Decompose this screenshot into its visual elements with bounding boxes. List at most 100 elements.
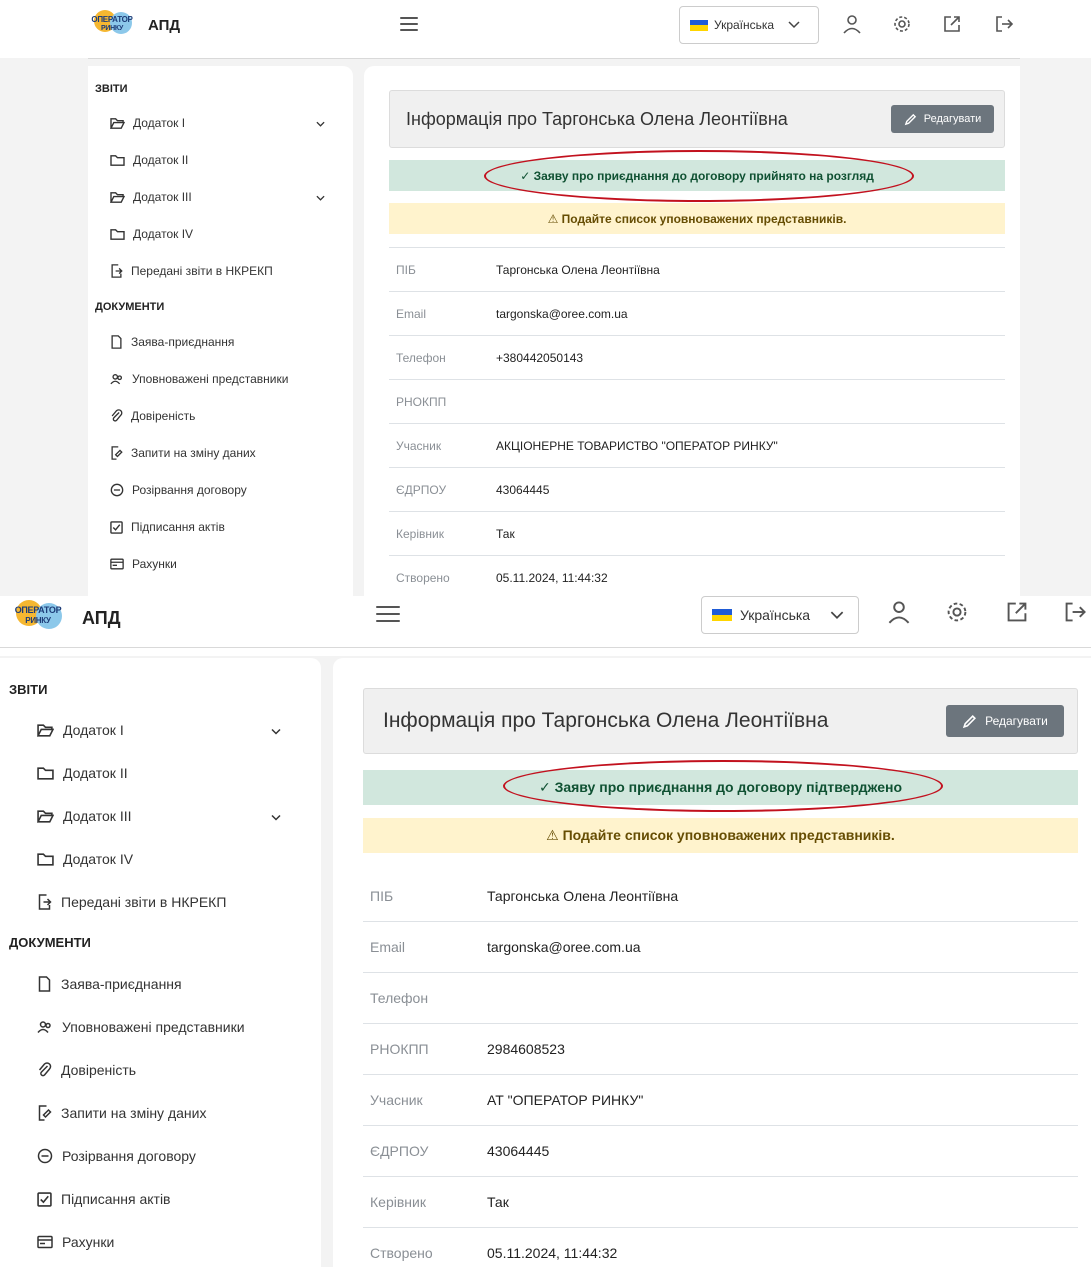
warning-alert-text: ⚠ Подайте список уповноважених представн… [546,827,895,843]
menu-icon[interactable] [400,17,418,31]
logo-mark-icon: ОПЕРАТОР РИНКУ [88,10,136,40]
folder-icon [110,154,125,166]
info-label: ПІБ [370,887,394,904]
success-alert-text: ✓ Заяву про приєднання до договору прийн… [520,168,874,183]
sidebar-item-power-of-attorney[interactable]: Довіреність [37,1062,136,1078]
user-icon[interactable] [885,598,913,626]
sidebar-item-dodatok-4[interactable]: Додаток IV [110,227,325,241]
sidebar-item-label: Передані звіти в НКРЕКП [131,264,273,278]
check-square-icon [37,1191,52,1207]
section-reports-title: ЗВІТИ [9,682,48,697]
info-label: Учасник [396,438,442,453]
file-export-icon [111,264,123,278]
sidebar-item-invoices[interactable]: Рахунки [37,1234,114,1250]
info-value: Так [487,1194,509,1210]
info-value: 05.11.2024, 11:44:32 [496,570,608,585]
settings-icon[interactable] [943,598,971,626]
section-documents-title: ДОКУМЕНТИ [95,301,165,313]
info-label: ЄДРПОУ [396,482,447,497]
edit-button[interactable]: Редагувати [946,705,1064,737]
file-icon [38,976,51,992]
sidebar-item-label: Додаток III [133,190,192,204]
info-row-pib: ПІБ Таргонська Олена Леонтіївна [389,247,1005,291]
minus-circle-icon [37,1148,53,1164]
sidebar-item-label: Рахунки [62,1234,115,1250]
sidebar-item-application[interactable]: Заява-приєднання [110,335,234,349]
sidebar-item-label: Рахунки [132,557,177,571]
card-icon [37,1235,53,1249]
info-row-rnokpp: РНОКПП [389,379,1005,423]
sidebar-item-termination[interactable]: Розірвання договору [110,483,247,497]
sidebar-item-change-requests[interactable]: Запити на зміну даних [37,1105,206,1121]
info-row-pib: ПІБ Таргонська Олена Леонтіївна [363,870,1078,921]
sidebar-item-invoices[interactable]: Рахунки [110,557,177,571]
pencil-icon [962,714,977,728]
logout-icon[interactable] [992,12,1016,36]
menu-icon[interactable] [376,606,400,622]
sidebar-item-signing-acts[interactable]: Підписання актів [110,520,225,534]
info-value: targonska@oree.com.ua [487,939,641,955]
sidebar-item-dodatok-1[interactable]: Додаток I [110,116,325,130]
card-icon [110,558,124,570]
pencil-icon [904,113,916,125]
chevron-down-icon [271,728,281,735]
edit-button-label: Редагувати [923,113,982,125]
language-label: Українська [740,607,811,623]
section-documents-title: ДОКУМЕНТИ [9,935,91,950]
sidebar-item-representatives[interactable]: Уповноважені представники [37,1019,245,1035]
screenshot-bottom: ОПЕРАТОР РИНКУ АПД Українська ЗВІТИ Дода… [0,596,1091,1267]
sidebar-item-label: Розірвання договору [132,483,247,497]
info-row-manager: Керівник Так [363,1176,1078,1227]
sidebar-item-change-requests[interactable]: Запити на зміну даних [110,446,256,460]
sidebar-item-representatives[interactable]: Уповноважені представники [110,372,288,386]
sidebar-item-signing-acts[interactable]: Підписання актів [37,1191,171,1207]
sidebar-item-label: Додаток I [133,116,186,130]
sidebar-item-dodatok-4[interactable]: Додаток IV [37,851,281,867]
language-select[interactable]: Українська [701,596,859,634]
sidebar-item-label: Додаток II [133,153,189,167]
sidebar-item-label: Уповноважені представники [62,1019,245,1035]
success-alert: ✓ Заяву про приєднання до договору прийн… [389,160,1005,191]
info-table: ПІБ Таргонська Олена Леонтіївна Email ta… [363,870,1078,1267]
info-row-edrpou: ЄДРПОУ 43064445 [389,467,1005,511]
success-alert-text: ✓ Заяву про приєднання до договору підтв… [538,779,903,795]
edit-button[interactable]: Редагувати [891,105,994,133]
main-panel: Інформація про Таргонська Олена Леонтіїв… [333,658,1091,1267]
sidebar-item-dodatok-2[interactable]: Додаток II [37,765,281,781]
info-value: targonska@oree.com.ua [496,306,628,321]
success-alert: ✓ Заяву про приєднання до договору підтв… [363,770,1078,805]
sidebar-item-dodatok-2[interactable]: Додаток II [110,153,325,167]
language-select[interactable]: Українська [679,6,819,44]
sidebar-item-label: Уповноважені представники [132,372,289,386]
info-row-phone: Телефон [363,972,1078,1023]
file-edit-icon [111,446,123,460]
info-value: 43064445 [487,1143,550,1159]
user-icon[interactable] [840,12,864,36]
app-logo[interactable]: ОПЕРАТОР РИНКУ АПД [8,600,121,636]
top-header: ОПЕРАТОР РИНКУ АПД Українська [0,0,1091,58]
sidebar-item-dodatok-3[interactable]: Додаток III [110,190,325,204]
sidebar-item-dodatok-3[interactable]: Додаток III [37,808,281,824]
sidebar-item-application[interactable]: Заява-приєднання [37,976,182,992]
info-row-created: Створено 05.11.2024, 11:44:32 [389,555,1005,596]
settings-icon[interactable] [890,12,914,36]
app-logo[interactable]: ОПЕРАТОР РИНКУ АПД [88,10,180,40]
sidebar-item-label: Підписання актів [61,1191,171,1207]
info-row-edrpou: ЄДРПОУ 43064445 [363,1125,1078,1176]
sidebar-item-termination[interactable]: Розірвання договору [37,1148,196,1164]
sidebar-item-power-of-attorney[interactable]: Довіреність [110,409,195,423]
info-label: РНОКПП [396,394,447,409]
app-title: АПД [148,16,181,34]
external-link-icon[interactable] [940,12,964,36]
sidebar-item-label: Додаток II [63,765,128,781]
ukraine-flag-icon [712,609,732,621]
logout-icon[interactable] [1061,598,1089,626]
info-label: Створено [396,570,450,585]
folder-open-icon [110,117,125,129]
sidebar-item-nkrekp[interactable]: Передані звіти в НКРЕКП [37,894,307,910]
sidebar-item-nkrekp[interactable]: Передані звіти в НКРЕКП [110,264,340,278]
info-value: 2984608523 [487,1041,565,1057]
external-link-icon[interactable] [1003,598,1031,626]
sidebar-item-dodatok-1[interactable]: Додаток I [37,722,281,738]
check-square-icon [110,520,123,534]
